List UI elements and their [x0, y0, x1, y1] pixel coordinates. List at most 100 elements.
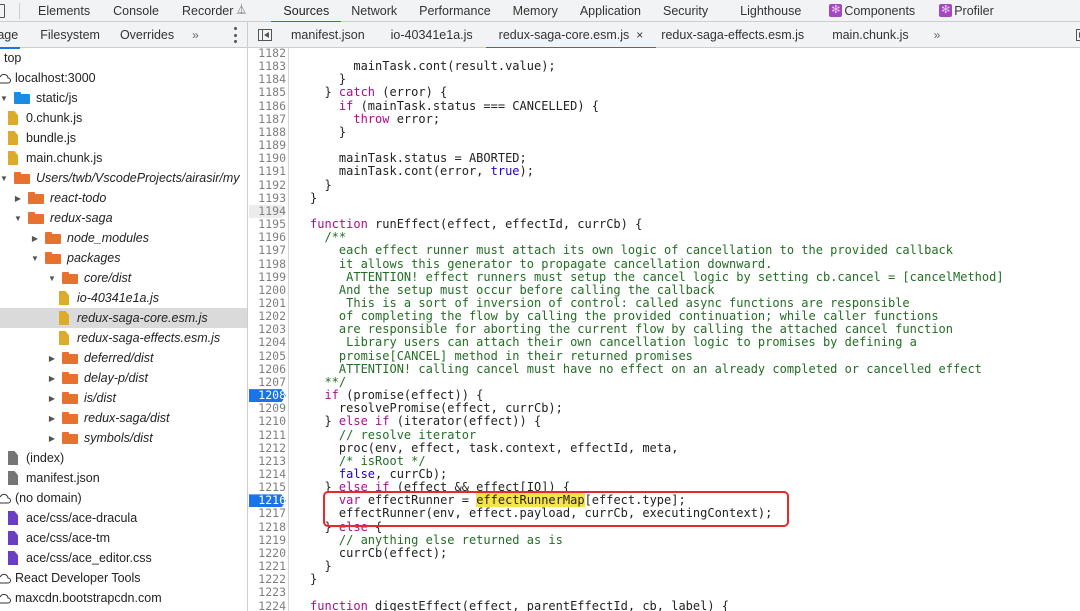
expand-arrow-down-icon[interactable]: ▼ [0, 94, 8, 103]
tree-item[interactable]: bundle.js [0, 128, 247, 148]
more-tabs-chevron-icon[interactable]: » [184, 28, 207, 42]
tree-item[interactable]: ace/css/ace_editor.css [0, 548, 247, 568]
code-token: function [310, 217, 368, 232]
line-number[interactable]: 1205 [248, 349, 289, 363]
tab-network[interactable]: Network [341, 0, 407, 22]
tree-item[interactable]: top [0, 48, 247, 68]
line-number[interactable]: 1187 [248, 112, 289, 126]
line-number[interactable]: 1186 [248, 99, 289, 113]
tree-item[interactable]: io-40341e1a.js [0, 288, 247, 308]
tree-item[interactable]: ▼ core/dist [0, 268, 247, 288]
tab-elements[interactable]: Elements [38, 0, 100, 22]
tree-item[interactable]: ▼ redux-saga [0, 208, 247, 228]
more-editor-tabs-chevron-icon[interactable]: » [922, 28, 953, 42]
expand-arrow-right-icon[interactable]: ▶ [31, 234, 39, 243]
code-line: 1224 function digestEffect(effect, parent… [248, 599, 1080, 611]
code-editor[interactable]: 1182 1183 mainTask.cont(result.value); 118… [248, 48, 1080, 611]
expand-arrow-down-icon[interactable]: ▼ [31, 254, 39, 263]
editor-tab-redux-saga-core[interactable]: redux-saga-core.esm.js × [485, 22, 657, 49]
line-number[interactable]: 1198 [248, 257, 289, 271]
tab-components[interactable]: Components [811, 0, 925, 22]
folder-icon [45, 232, 61, 244]
tab-lighthouse[interactable]: Lighthouse [718, 0, 811, 22]
code-line: 1192 } [248, 178, 1080, 192]
tree-item[interactable]: main.chunk.js [0, 148, 247, 168]
more-options-icon[interactable] [233, 27, 237, 43]
expand-arrow-right-icon[interactable]: ▶ [48, 394, 56, 403]
tab-memory[interactable]: Memory [501, 0, 568, 22]
line-number[interactable]: 1192 [248, 178, 289, 192]
line-number[interactable]: 1185 [248, 86, 289, 99]
device-toolbar-icon[interactable] [0, 3, 10, 18]
cloud-icon [0, 593, 11, 604]
line-number[interactable]: 1212 [248, 441, 289, 455]
code-token: are responsible for aborting the current… [310, 322, 953, 337]
expand-arrow-down-icon[interactable]: ▼ [0, 174, 8, 183]
expand-arrow-down-icon[interactable]: ▼ [48, 274, 56, 283]
editor-tab-main-chunk[interactable]: main.chunk.js [817, 22, 921, 48]
tab-security[interactable]: Security [651, 0, 718, 22]
expand-arrow-right-icon[interactable]: ▶ [48, 414, 56, 423]
tree-item[interactable]: (index) [0, 448, 247, 468]
tree-item[interactable]: ▼ Users/twb/VscodeProjects/airasir/my [0, 168, 247, 188]
tree-item[interactable]: ▶ deferred/dist [0, 348, 247, 368]
tree-item[interactable]: React Developer Tools [0, 568, 247, 588]
line-number[interactable]: 1204 [248, 336, 289, 349]
tree-item-label: react-todo [50, 191, 107, 205]
tree-item[interactable]: ▶ delay-p/dist [0, 368, 247, 388]
line-number[interactable]: 1223 [248, 586, 289, 599]
line-number[interactable]: 1197 [248, 244, 289, 257]
line-number[interactable]: 1211 [248, 427, 289, 442]
line-number[interactable]: 1224 [248, 599, 289, 611]
line-number[interactable]: 1199 [248, 270, 289, 284]
tree-item[interactable]: ace/css/ace-tm [0, 528, 247, 548]
tree-item[interactable]: redux-saga-core.esm.js [0, 308, 247, 328]
tree-item[interactable]: maxcdn.bootstrapcdn.com [0, 588, 247, 608]
toggle-navigator-icon[interactable] [258, 28, 272, 41]
expand-arrow-right-icon[interactable]: ▶ [48, 354, 56, 363]
line-number[interactable]: 1217 [248, 507, 289, 520]
line-number[interactable]: 1191 [248, 165, 289, 178]
editor-tab-redux-saga-effects[interactable]: redux-saga-effects.esm.js [656, 22, 817, 48]
tree-item[interactable]: ▶ redux-saga/dist [0, 408, 247, 428]
expand-arrow-down-icon[interactable]: ▼ [14, 214, 22, 223]
line-number[interactable]: 1210 [248, 415, 289, 428]
line-number[interactable]: 1200 [248, 283, 289, 297]
tree-item[interactable]: ▶ is/dist [0, 388, 247, 408]
nav-tab-overrides[interactable]: Overrides [110, 22, 184, 48]
tab-sources[interactable]: Sources [271, 0, 342, 23]
tab-console[interactable]: Console [100, 0, 169, 22]
nav-tab-filesystem[interactable]: Filesystem [30, 22, 110, 48]
tree-item[interactable]: ▼ packages [0, 248, 247, 268]
expand-arrow-right-icon[interactable]: ▶ [14, 194, 22, 203]
editor-tab-manifest[interactable]: manifest.json [278, 22, 378, 48]
tree-item[interactable]: 0.chunk.js [0, 108, 247, 128]
tree-item[interactable]: localhost:3000 [0, 68, 247, 88]
close-tab-icon[interactable]: × [636, 28, 643, 42]
code-token: throw [353, 111, 390, 126]
line-number[interactable]: 1206 [248, 362, 289, 376]
line-number[interactable]: 1219 [248, 533, 289, 547]
tree-item[interactable]: ▶ symbols/dist [0, 428, 247, 448]
tree-item[interactable]: (no domain) [0, 488, 247, 508]
tab-recorder[interactable]: Recorder ⏅ [169, 0, 256, 22]
line-number[interactable]: 1193 [248, 191, 289, 205]
nav-tab-page[interactable]: Page [0, 22, 30, 49]
tree-item[interactable]: ▶ node_modules [0, 228, 247, 248]
expand-arrow-right-icon[interactable]: ▶ [48, 374, 56, 383]
tree-item[interactable]: redux-saga-effects.esm.js [0, 328, 247, 348]
expand-arrow-right-icon[interactable]: ▶ [48, 434, 56, 443]
tree-item[interactable]: ▼ static/js [0, 88, 247, 108]
tab-application[interactable]: Application [568, 0, 651, 22]
line-number[interactable]: 1218 [248, 520, 289, 534]
tab-performance[interactable]: Performance [407, 0, 501, 22]
tree-item[interactable]: ▶ react-todo [0, 188, 247, 208]
tab-profiler[interactable]: Profiler [925, 0, 1004, 22]
tree-item[interactable]: manifest.json [0, 468, 247, 488]
tree-item[interactable]: ace/css/ace-dracula [0, 508, 247, 528]
toggle-debugger-icon[interactable] [1076, 29, 1080, 41]
editor-tab-io[interactable]: io-40341e1a.js [378, 22, 486, 48]
line-number-text: 1211 [258, 427, 286, 442]
